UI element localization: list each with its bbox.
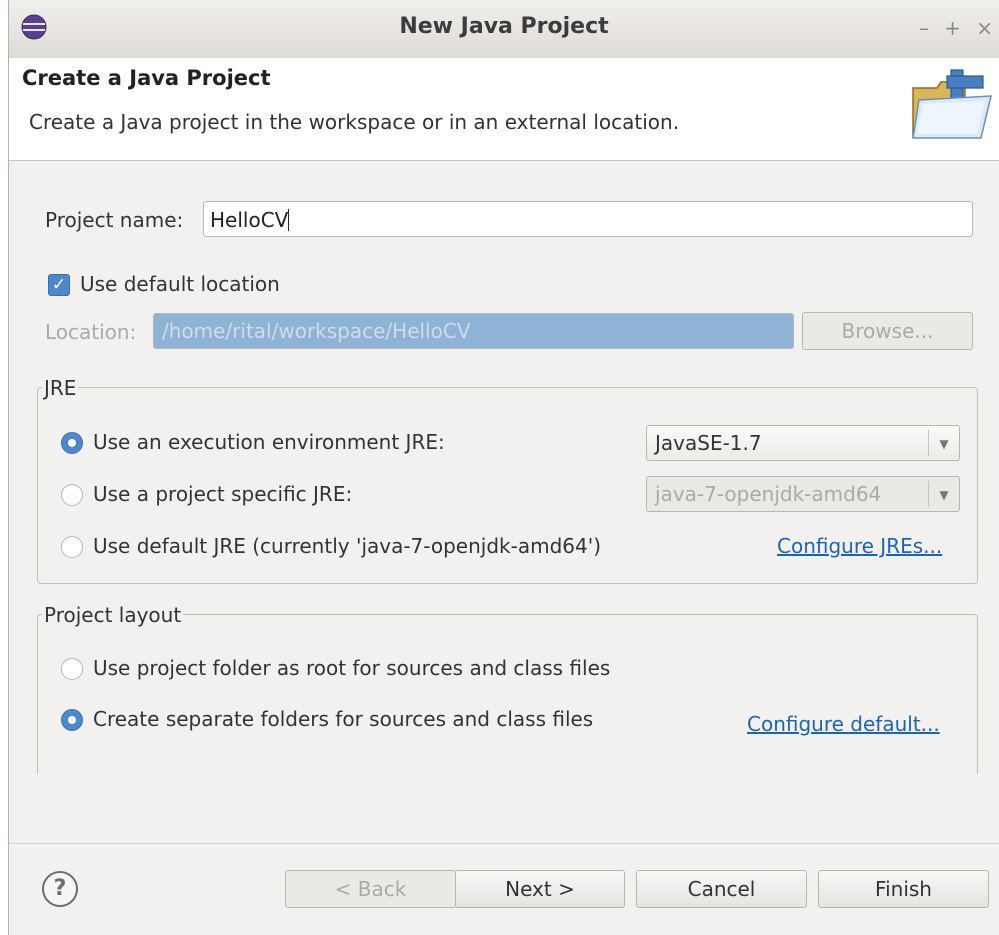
project-name-input[interactable]: HelloCV — [203, 201, 973, 237]
help-icon[interactable]: ? — [42, 871, 78, 907]
project-name-value: HelloCV — [210, 208, 289, 232]
chevron-down-icon: ▼ — [928, 430, 959, 456]
configure-jres-link[interactable]: Configure JREs... — [777, 534, 942, 558]
new-java-project-dialog: New Java Project – + × Create a Java Pro… — [8, 0, 999, 935]
cancel-button[interactable]: Cancel — [636, 870, 807, 908]
location-input[interactable]: /home/rital/workspace/HelloCV — [153, 313, 794, 349]
project-layout-group — [37, 614, 978, 774]
radio-project-folder-root[interactable] — [61, 658, 83, 680]
finish-button[interactable]: Finish — [818, 870, 989, 908]
project-specific-jre-label[interactable]: Use a project specific JRE: — [93, 482, 352, 506]
execution-environment-label[interactable]: Use an execution environment JRE: — [93, 430, 445, 454]
next-button[interactable]: Next > — [455, 870, 625, 908]
wizard-title: Create a Java Project — [22, 66, 271, 90]
window-title: New Java Project — [399, 14, 609, 39]
title-bar[interactable]: New Java Project – + × — [9, 0, 999, 59]
default-jre-label[interactable]: Use default JRE (currently 'java-7-openj… — [93, 534, 601, 558]
chevron-down-icon: ▼ — [928, 481, 959, 507]
project-layout-group-title: Project layout — [42, 603, 184, 627]
location-label: Location: — [45, 320, 137, 344]
back-button[interactable]: < Back — [285, 870, 456, 908]
jre-group-title: JRE — [42, 376, 79, 400]
configure-default-link[interactable]: Configure default... — [747, 712, 940, 736]
footer-separator — [9, 843, 999, 844]
project-specific-jre-value: java-7-openjdk-amd64 — [655, 482, 882, 506]
radio-project-specific-jre[interactable] — [61, 484, 83, 506]
execution-environment-combo[interactable]: JavaSE-1.7 ▼ — [646, 425, 960, 461]
project-specific-jre-combo[interactable]: java-7-openjdk-amd64 ▼ — [646, 476, 960, 512]
close-icon[interactable]: × — [976, 16, 993, 40]
wizard-description: Create a Java project in the workspace o… — [29, 110, 680, 134]
radio-default-jre[interactable] — [61, 536, 83, 558]
separate-folders-label[interactable]: Create separate folders for sources and … — [93, 707, 593, 731]
text-caret — [288, 209, 290, 231]
browse-button[interactable]: Browse... — [802, 312, 973, 350]
use-default-location-label[interactable]: Use default location — [80, 272, 280, 296]
maximize-icon[interactable]: + — [944, 16, 961, 40]
wizard-header: Create a Java Project Create a Java proj… — [9, 58, 999, 161]
use-default-location-checkbox[interactable]: ✓ — [48, 274, 70, 296]
minimize-icon[interactable]: – — [919, 16, 929, 40]
project-folder-root-label[interactable]: Use project folder as root for sources a… — [93, 656, 610, 680]
radio-execution-environment[interactable] — [61, 432, 83, 454]
new-project-folder-icon — [912, 69, 992, 139]
radio-separate-folders[interactable] — [61, 709, 83, 731]
project-name-label: Project name: — [45, 208, 184, 232]
execution-environment-value: JavaSE-1.7 — [655, 431, 762, 455]
